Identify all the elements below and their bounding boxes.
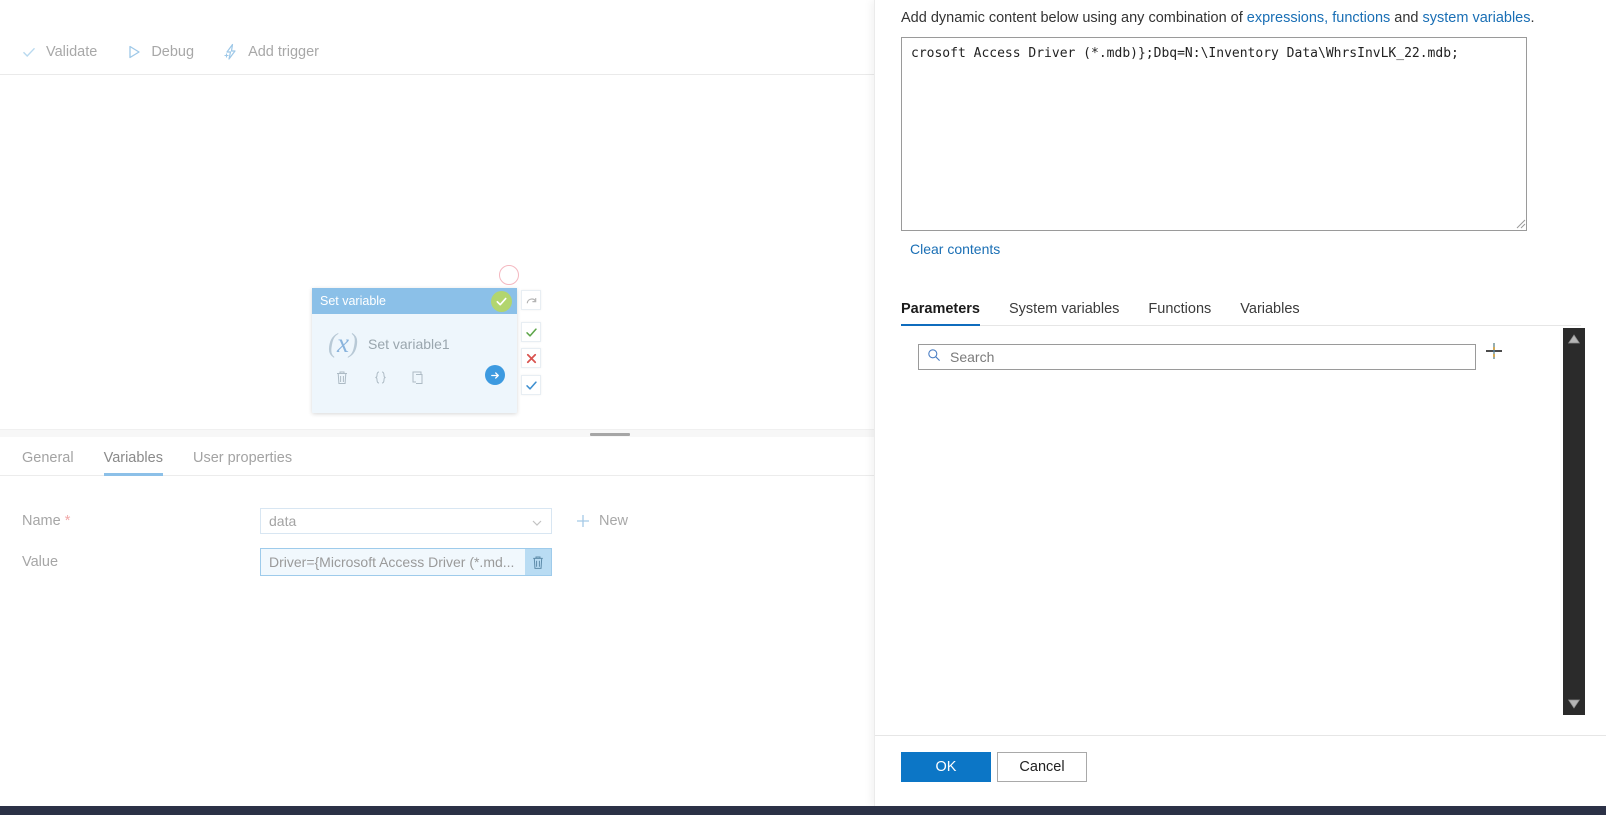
clone-icon[interactable] (410, 369, 426, 385)
search-icon (927, 348, 941, 367)
name-required-marker: * (64, 513, 71, 529)
play-icon (125, 43, 143, 61)
expressions-functions-link[interactable]: expressions, functions (1247, 10, 1390, 26)
pipeline-canvas[interactable]: Set variable (x) Set variable1 (0, 76, 874, 429)
search-box[interactable] (918, 344, 1476, 370)
validate-label: Validate (46, 44, 98, 60)
plus-icon (574, 512, 592, 530)
value-form-row: Value Driver={Microsoft Access Driver (*… (0, 548, 874, 576)
code-braces-icon[interactable] (372, 369, 388, 385)
activity-node-set-variable[interactable]: Set variable (x) Set variable1 (312, 288, 517, 413)
variable-name-value: data (269, 513, 297, 529)
plus-icon (1483, 340, 1505, 367)
designer-toolbar: Validate Debug Add trigger (0, 30, 874, 75)
search-input[interactable] (948, 348, 1452, 366)
dependency-success-icon[interactable] (521, 322, 541, 342)
function-x-icon: (x) (328, 328, 358, 358)
dependency-skip-icon[interactable] (521, 290, 541, 310)
tab-system-variables-label: System variables (1009, 301, 1120, 317)
tab-functions[interactable]: Functions (1148, 301, 1211, 325)
new-variable-button[interactable]: New (574, 512, 628, 530)
validate-button[interactable]: Validate (20, 43, 97, 61)
value-input-text: Driver={Microsoft Access Driver (*.md... (269, 554, 515, 570)
triangle-down-icon[interactable] (1566, 697, 1582, 711)
flyout-intro-text: Add dynamic content below using any comb… (901, 8, 1551, 28)
activity-properties-panel: General Variables User properties Name *… (0, 437, 874, 806)
tab-variables-label: Variables (103, 450, 163, 466)
app-root: Validate Debug Add trigger Set variable … (0, 0, 1606, 815)
triangle-up-icon[interactable] (1566, 332, 1582, 346)
success-check-icon (491, 291, 512, 312)
value-label-text: Value (22, 554, 59, 570)
activity-name-label: Set variable1 (367, 335, 450, 352)
check-icon (20, 43, 38, 61)
intro-prefix: Add dynamic content below using any comb… (901, 10, 1247, 26)
variable-name-select[interactable]: data (260, 508, 552, 534)
add-parameter-button[interactable] (1481, 340, 1507, 366)
intro-middle: and (1390, 10, 1423, 26)
trash-icon[interactable] (525, 549, 551, 575)
expression-textarea[interactable] (901, 37, 1527, 231)
flyout-vertical-scrollbar[interactable] (1563, 328, 1585, 715)
splitter-grip[interactable] (590, 433, 630, 436)
activity-card-header: Set variable (312, 288, 517, 314)
properties-tablist: General Variables User properties (0, 437, 874, 476)
tab-user-properties-label: User properties (192, 450, 293, 466)
system-variables-link[interactable]: system variables (1423, 10, 1531, 26)
tab-variables-label: Variables (1240, 301, 1300, 317)
activity-anchor-circle[interactable] (499, 265, 519, 285)
delete-icon[interactable] (334, 369, 350, 385)
run-arrow-icon[interactable] (485, 365, 505, 385)
tab-parameters[interactable]: Parameters (901, 301, 980, 326)
lightning-plus-icon (222, 43, 240, 61)
dynamic-content-flyout: Add dynamic content below using any comb… (874, 0, 1606, 807)
value-input-wrapper: Driver={Microsoft Access Driver (*.md... (260, 548, 552, 576)
dependency-failure-icon[interactable] (521, 348, 541, 368)
name-form-row: Name * data New (0, 508, 874, 534)
tab-variables[interactable]: Variables (1240, 301, 1299, 325)
tab-functions-label: Functions (1148, 301, 1212, 317)
debug-label: Debug (151, 44, 195, 60)
tab-variables[interactable]: Variables (103, 450, 164, 476)
value-input[interactable]: Driver={Microsoft Access Driver (*.md... (260, 548, 552, 576)
window-bottom-bar (0, 806, 1606, 815)
tab-general[interactable]: General (22, 450, 74, 475)
add-trigger-button[interactable]: Add trigger (222, 43, 319, 61)
pipeline-designer-pane: Validate Debug Add trigger Set variable … (0, 0, 874, 806)
activity-type-label: Set variable (320, 294, 387, 308)
debug-button[interactable]: Debug (125, 43, 194, 61)
tab-user-properties[interactable]: User properties (193, 450, 292, 475)
name-label: Name * (22, 513, 260, 529)
name-label-text: Name (22, 513, 61, 529)
tab-general-label: General (22, 450, 74, 466)
flyout-footer: OK Cancel (875, 735, 1606, 807)
clear-contents-link[interactable]: Clear contents (910, 241, 1000, 257)
value-label: Value (22, 554, 260, 570)
activity-card-body: (x) Set variable1 (312, 314, 517, 359)
chevron-down-icon (531, 516, 543, 532)
parameters-results-list (901, 380, 1563, 710)
ok-button[interactable]: OK (901, 752, 991, 782)
flyout-tablist: Parameters System variables Functions Va… (901, 292, 1581, 326)
intro-suffix: . (1530, 10, 1535, 26)
activity-card-footer (312, 359, 517, 385)
cancel-button[interactable]: Cancel (997, 752, 1087, 782)
add-trigger-label: Add trigger (248, 44, 319, 60)
dependency-completion-icon[interactable] (521, 375, 541, 395)
new-variable-label: New (599, 513, 629, 529)
tab-system-variables[interactable]: System variables (1009, 301, 1119, 325)
tab-parameters-label: Parameters (901, 301, 980, 317)
